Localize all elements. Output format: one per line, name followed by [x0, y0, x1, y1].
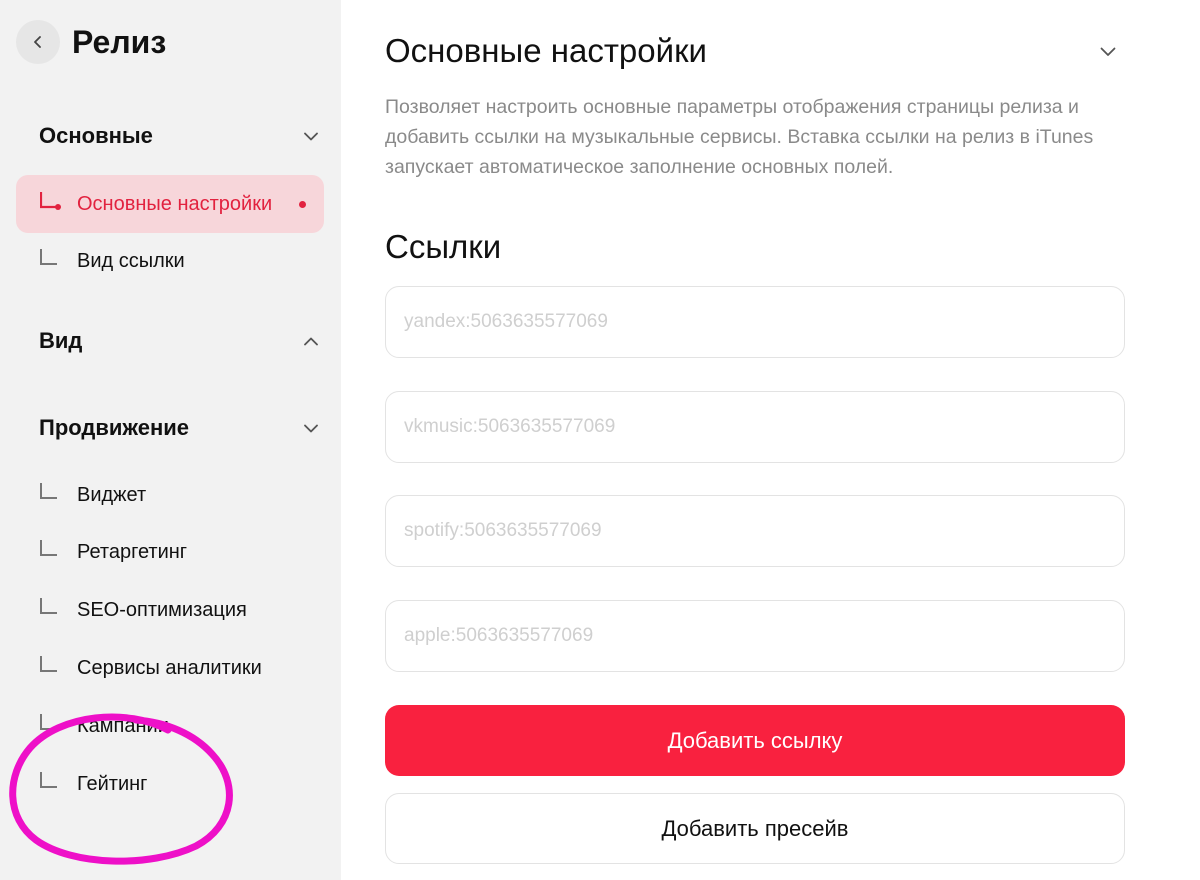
link-input-vkmusic[interactable] — [385, 391, 1125, 463]
sidebar-item-label: SEO-оптимизация — [77, 598, 247, 621]
chevron-down-icon — [303, 420, 319, 436]
sidebar-item-label: Гейтинг — [77, 772, 148, 795]
chevron-left-icon — [34, 36, 41, 48]
link-input-spotify[interactable] — [385, 495, 1125, 567]
link-input-apple[interactable] — [385, 600, 1125, 672]
back-button[interactable] — [16, 20, 60, 64]
tree-connector-icon — [40, 248, 64, 277]
section-promotion-header[interactable]: Продвижение — [39, 413, 319, 443]
chevron-up-icon — [303, 333, 319, 349]
section-label: Основные — [39, 123, 153, 148]
add-link-button[interactable]: Добавить ссылку — [385, 705, 1125, 776]
tree-connector-icon — [40, 713, 64, 742]
active-indicator-dot — [299, 200, 306, 208]
sidebar-item-widget[interactable]: Виджет — [16, 466, 324, 524]
sidebar-item-link-view[interactable]: Вид ссылки — [16, 232, 324, 290]
tree-connector-icon — [40, 655, 64, 684]
sidebar-item-analytics[interactable]: Сервисы аналитики — [16, 639, 324, 697]
sidebar: Релиз Основные Основные настройки Вид сс… — [0, 0, 341, 880]
section-label: Вид — [39, 328, 83, 353]
link-input-yandex[interactable] — [385, 286, 1125, 358]
section-view-header[interactable]: Вид — [39, 326, 319, 356]
sidebar-item-seo[interactable]: SEO-оптимизация — [16, 581, 324, 639]
tree-connector-icon — [40, 771, 64, 800]
tree-connector-icon — [40, 539, 64, 568]
page-title: Релиз — [72, 24, 167, 60]
sidebar-item-label: Сервисы аналитики — [77, 656, 262, 679]
sidebar-item-main-settings[interactable]: Основные настройки — [16, 175, 324, 233]
sidebar-item-gating[interactable]: Гейтинг — [16, 755, 324, 813]
sidebar-item-label: Вид ссылки — [77, 249, 185, 272]
sidebar-item-label: Основные настройки — [77, 192, 273, 215]
tree-connector-icon — [40, 482, 64, 511]
tree-connector-icon — [40, 597, 64, 626]
sidebar-item-campaigns[interactable]: Кампании — [16, 697, 324, 755]
links-title: Ссылки — [385, 228, 502, 265]
add-presave-button[interactable]: Добавить пресейв — [385, 793, 1125, 864]
section-title: Основные настройки — [385, 32, 707, 69]
chevron-down-icon — [303, 128, 319, 144]
chevron-down-icon[interactable] — [1100, 44, 1116, 62]
section-main-header[interactable]: Основные — [39, 121, 319, 151]
sidebar-item-retargeting[interactable]: Ретаргетинг — [16, 523, 324, 581]
section-description: Позволяет настроить основные параметры о… — [385, 96, 1094, 178]
sidebar-item-label: Кампании — [77, 714, 169, 737]
sidebar-item-label: Виджет — [77, 483, 147, 506]
section-label: Продвижение — [39, 415, 190, 440]
sidebar-item-label: Ретаргетинг — [77, 540, 188, 563]
tree-connector-icon — [39, 191, 64, 220]
